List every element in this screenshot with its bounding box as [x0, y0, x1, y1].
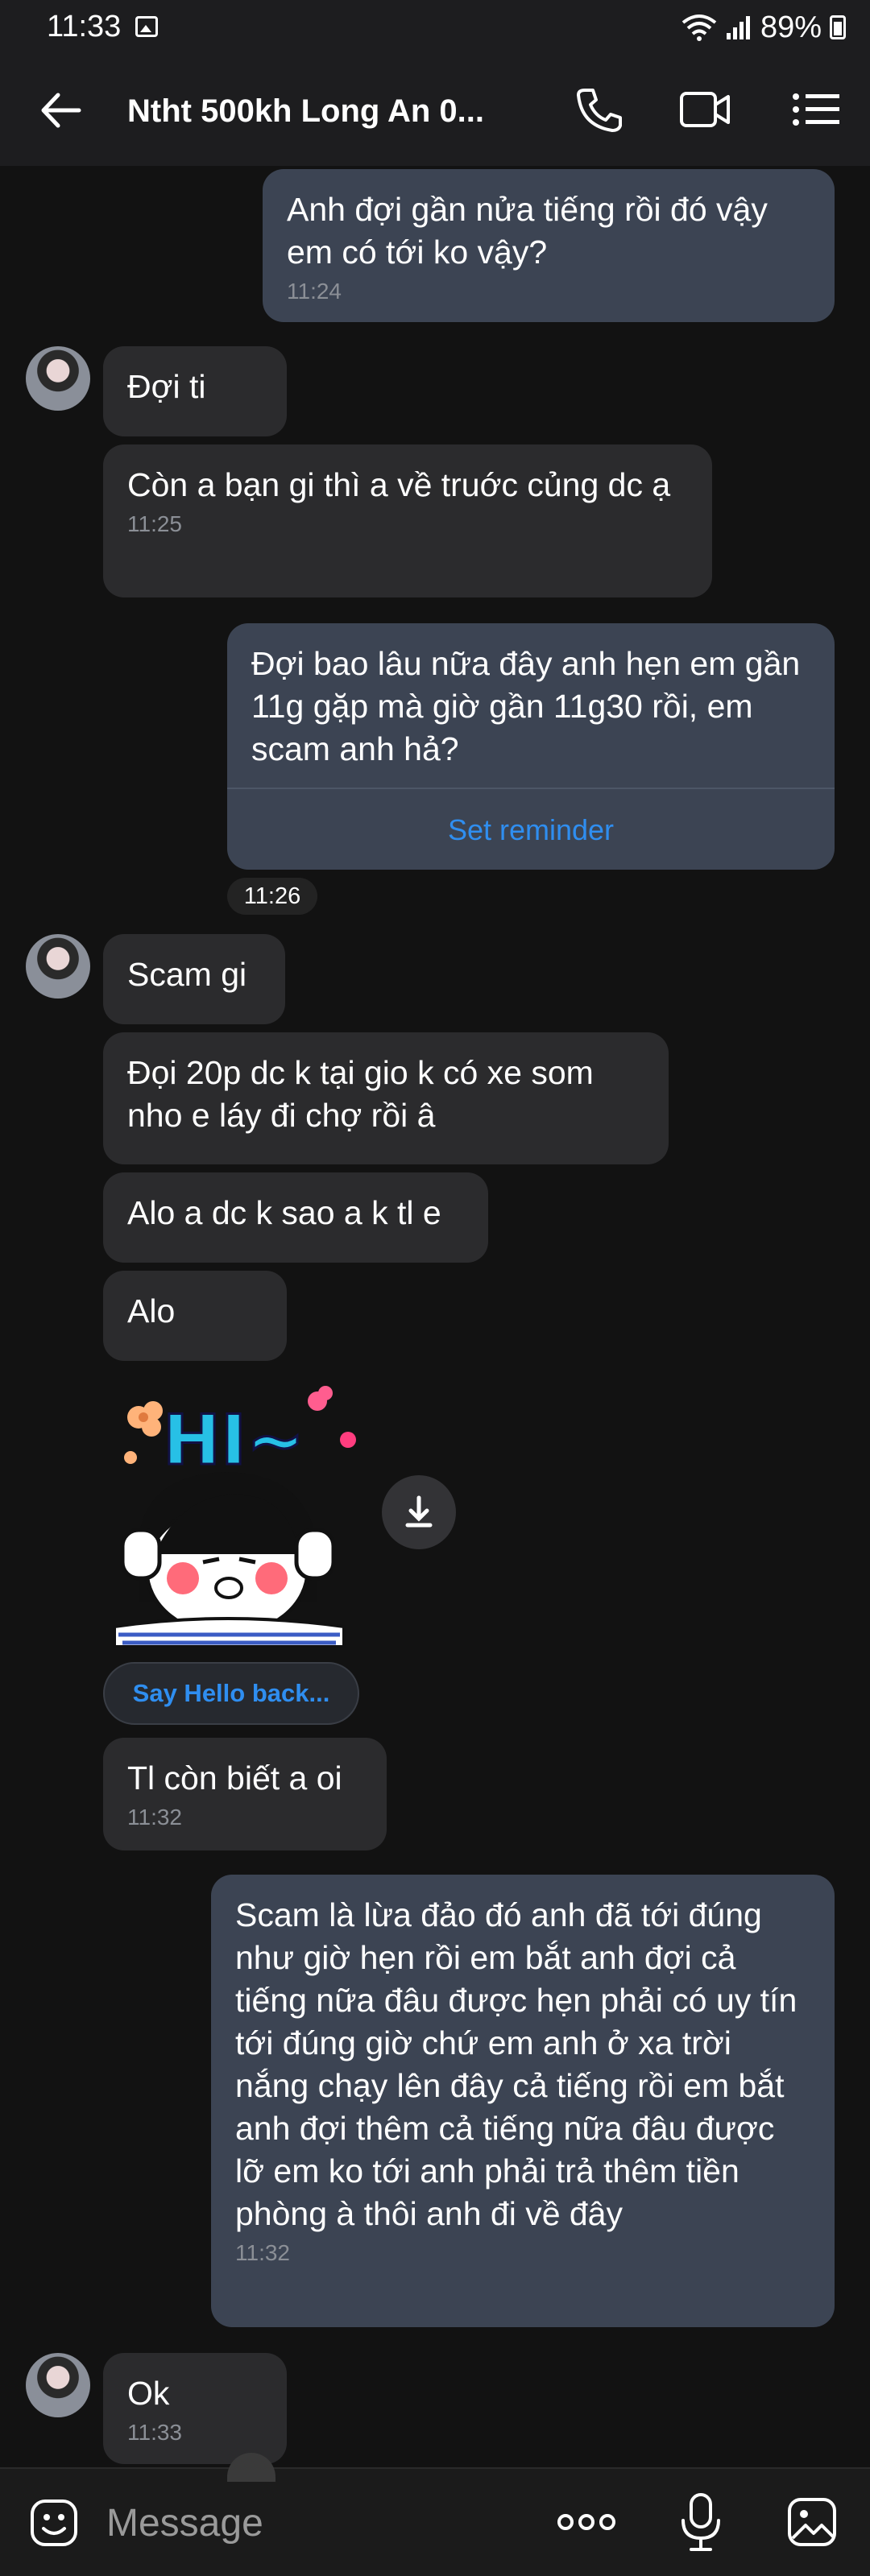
more-options-icon[interactable]	[556, 2508, 617, 2537]
message-time: 11:32	[127, 1805, 182, 1830]
message-list: Anh đợi gần nửa tiếng rồi đó vậy em có t…	[0, 0, 870, 2467]
download-button[interactable]	[382, 1475, 456, 1549]
message-time: 11:33	[127, 2420, 182, 2445]
message-text: Alo a dc k sao a k tl e	[127, 1194, 441, 1231]
emoji-sticker-icon[interactable]	[29, 2498, 79, 2548]
message-text: Đọi 20p dc k tại gio k có xe som nho e l…	[127, 1054, 594, 1134]
message-text: Ok	[127, 2375, 170, 2412]
message-bubble-outgoing[interactable]: Đợi bao lâu nữa đây anh hẹn em gần 11g g…	[227, 623, 835, 870]
message-bubble-incoming[interactable]: Alo	[103, 1271, 287, 1361]
avatar[interactable]	[26, 934, 90, 999]
message-bubble-incoming[interactable]: Còn a bạn gi thì a về truớc củng dc ạ 11…	[103, 444, 712, 597]
message-bubble-incoming[interactable]: Scam gi	[103, 934, 285, 1024]
message-text: Đợi bao lâu nữa đây anh hẹn em gần 11g g…	[251, 645, 801, 767]
avatar[interactable]	[26, 2353, 90, 2417]
sticker-text: HI~	[163, 1400, 304, 1481]
message-bubble-outgoing[interactable]: Anh đợi gần nửa tiếng rồi đó vậy em có t…	[263, 169, 835, 322]
gallery-image-icon[interactable]	[786, 2496, 838, 2548]
message-text: Còn a bạn gi thì a về truớc củng dc ạ	[127, 466, 671, 503]
voice-microphone-icon[interactable]	[680, 2491, 722, 2553]
message-bubble-incoming[interactable]: Đọi 20p dc k tại gio k có xe som nho e l…	[103, 1032, 669, 1164]
message-text: Đợi ti	[127, 368, 206, 405]
set-reminder-button[interactable]: Set reminder	[227, 808, 835, 851]
avatar[interactable]	[26, 346, 90, 411]
say-hello-back-button[interactable]: Say Hello back...	[103, 1662, 359, 1725]
message-text: Scam gi	[127, 956, 247, 993]
girl-face-icon	[113, 1472, 346, 1648]
message-text: Alo	[127, 1292, 176, 1329]
divider	[0, 2467, 870, 2469]
reminder-divider	[227, 788, 835, 789]
message-time: 11:24	[287, 279, 342, 304]
message-time: 11:25	[127, 511, 182, 536]
message-text: Tl còn biết a oi	[127, 1759, 342, 1797]
message-input[interactable]	[105, 2491, 527, 2554]
time-pill: 11:26	[227, 878, 317, 915]
message-bubble-incoming[interactable]: Tl còn biết a oi 11:32	[103, 1738, 387, 1850]
message-bubble-incoming[interactable]: Ok 11:33	[103, 2353, 287, 2464]
download-icon	[405, 1495, 433, 1528]
message-bubble-incoming[interactable]: Alo a dc k sao a k tl e	[103, 1172, 488, 1263]
message-bubble-incoming[interactable]: Đợi ti	[103, 346, 287, 436]
message-time: 11:32	[235, 2240, 290, 2265]
message-text: Anh đợi gần nửa tiếng rồi đó vậy em có t…	[287, 191, 768, 271]
message-text: Scam là lừa đảo đó anh đã tới đúng như g…	[235, 1896, 798, 2232]
message-bubble-outgoing[interactable]: Scam là lừa đảo đó anh đã tới đúng như g…	[211, 1875, 835, 2327]
message-composer	[0, 2467, 870, 2576]
hi-girl-sticker[interactable]: HI~	[106, 1369, 374, 1667]
